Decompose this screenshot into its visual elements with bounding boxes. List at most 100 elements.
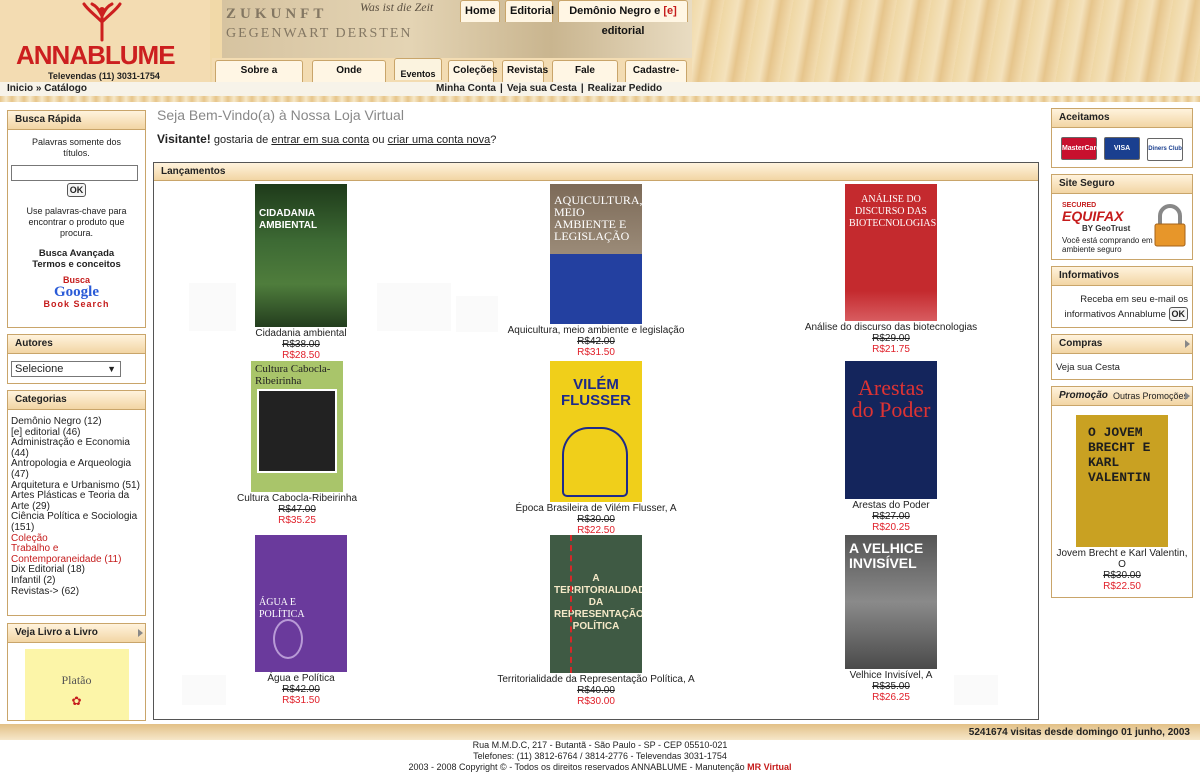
promo-old-price: R$30.00 [1103,570,1141,581]
book-viewer-label: Veja Livro a Livro [15,627,98,638]
book-cover[interactable]: A VELHICE INVISÍVEL [845,535,937,669]
promo-price: R$22.50 [1103,581,1141,592]
welcome-message: Visitante! gostaria de entrar em sua con… [157,132,496,146]
login-link[interactable]: entrar em sua conta [271,134,369,146]
product-name[interactable]: Cultura Cabocla-Ribeirinha [152,493,442,504]
promo-cover[interactable]: O JOVEM BRECHT E KARL VALENTIN [1076,415,1168,547]
account-links: Minha Conta | Veja sua Cesta | Realizar Pedi… [432,82,666,96]
logo[interactable]: ANNABLUME Televendas (11) 3031-1754 [0,0,210,82]
more-promos-link[interactable]: Outras Promoções [1113,387,1188,405]
category-item[interactable]: Revistas-> (62) [11,586,142,598]
newsletter-ok-button[interactable]: OK [1168,307,1188,321]
product-name[interactable]: Arestas do Poder [746,500,1036,511]
book-cover[interactable]: AQUICULTURA, MEIO AMBIENTE E LEGISLAÇÃO [550,184,642,324]
nav-onde-encontrar[interactable]: Onde Encontrar [312,60,386,82]
authors-select[interactable]: Selecione ▼ [11,361,121,377]
product-name[interactable]: Água e Política [156,673,446,684]
category-item[interactable]: Artes Plásticas e Teoria da Arte (29) [11,490,142,512]
nav-editorial[interactable]: Editorial [505,0,554,22]
product-card[interactable]: AQUICULTURA, MEIO AMBIENTE E LEGISLAÇÃO … [451,184,741,358]
category-item[interactable]: Ciência Política e Sociologia (151) [11,511,142,533]
promo-name[interactable]: Jovem Brecht e Karl Valentin, O [1052,548,1192,570]
search-ok-button[interactable]: OK [66,183,87,197]
promo-title-bar: Promoção Outras Promoções [1052,387,1192,406]
product-card[interactable]: A TERRITORIALIDADE DA REPRESENTAÇÃO POLÍ… [451,535,741,707]
link-realizar-pedido[interactable]: Realizar Pedido [584,83,666,94]
nav-eventos-label: Eventos [400,69,436,79]
google-book-search-logo[interactable]: Busca Google Book Search [8,270,145,309]
nav-colecoes[interactable]: Coleções [448,60,497,82]
link-minha-conta[interactable]: Minha Conta [432,83,500,94]
book-cover[interactable]: ÁGUA E POLÍTICA [255,535,347,672]
nav-cadastre-se[interactable]: Cadastre-se [625,60,687,82]
product-name[interactable]: Análise do discurso das biotecnologias [746,322,1036,333]
book-cover[interactable]: A TERRITORIALIDADE DA REPRESENTAÇÃO POLÍ… [550,535,642,673]
newsletter-title: Informativos [1052,267,1192,286]
product-old-price: R$29.00 [872,333,910,344]
book-cover[interactable]: Cultura Cabocla-Ribeirinha [251,361,343,492]
footer-info: Rua M.M.D.C, 217 - Butantã - São Paulo -… [0,740,1200,773]
nav-home[interactable]: Home [460,0,500,22]
geotrust-label: BY GeoTrust [1082,224,1131,233]
product-card[interactable]: VILÉM FLUSSER Época Brasileira de Vilém … [451,361,741,536]
book-cover[interactable]: VILÉM FLUSSER [550,361,642,502]
product-card[interactable]: Cultura Cabocla-Ribeirinha Cultura Caboc… [152,361,442,526]
product-old-price: R$30.00 [577,514,615,525]
book-cover-title: A TERRITORIALIDADE DA REPRESENTAÇÃO POLÍ… [554,573,642,632]
equifax-seal[interactable]: SECURED EQUIFAX BY GeoTrust Você está co… [1052,194,1192,260]
product-name[interactable]: Cidadania ambiental [156,328,446,339]
nav-demonio-pre: Demônio Negro e [569,5,664,17]
visitor-label: Visitante! [157,132,211,146]
nav-demonio-negro[interactable]: Demônio Negro e [e] editorial [558,0,688,37]
category-item[interactable]: Demônio Negro (12) [11,416,142,428]
maintainer-link[interactable]: MR Virtual [747,762,791,772]
book-cover-title: ÁGUA E POLÍTICA [259,597,305,620]
product-name[interactable]: Velhice Invisível, A [746,670,1036,681]
quick-search-box: Busca Rápida Palavras somente dos título… [7,110,146,328]
lock-icon [1154,204,1186,247]
terms-link[interactable]: Termos e conceitos [8,259,145,270]
category-item[interactable]: Antropologia e Arqueologia (47) [11,459,142,480]
category-subitem[interactable]: Trabalho e Contemporaneidade (11) [11,543,142,565]
nav-eventos[interactable]: Eventos [394,58,442,80]
category-item[interactable]: Infantil (2) [11,575,142,587]
book-cover[interactable]: CIDADANIA AMBIENTAL [255,184,347,327]
product-card[interactable]: Arestas do Poder Arestas do Poder R$27.0… [746,361,1036,533]
product-card[interactable]: CIDADANIA AMBIENTAL Cidadania ambiental … [156,184,446,361]
product-name[interactable]: Época Brasileira de Vilém Flusser, A [451,503,741,514]
header-texture [690,0,1200,82]
book-cover[interactable]: ANÁLISE DO DISCURSO DAS BIOTECNOLOGIAS [845,184,937,321]
search-input[interactable] [11,165,138,181]
nav-fale-conosco[interactable]: Fale Conosco [552,60,618,82]
quick-search-title: Busca Rápida [8,111,145,130]
nav-sobre-distribuicao[interactable]: Sobre a Distribuição [215,60,303,82]
secure-title: Site Seguro [1052,175,1192,194]
product-card[interactable]: A VELHICE INVISÍVEL Velhice Invisível, A… [746,535,1036,703]
view-cart-link[interactable]: Veja sua Cesta [1052,354,1192,373]
book-cover-title: VILÉM FLUSSER [560,376,631,409]
nav-revistas[interactable]: Revistas [502,60,548,82]
product-old-price: R$35.00 [872,681,910,692]
book-cover[interactable]: Arestas do Poder [845,361,937,499]
create-account-link[interactable]: criar uma conta nova [388,134,491,146]
cart-title-label: Compras [1059,338,1103,349]
product-name[interactable]: Territorialidade da Representação Políti… [451,674,741,685]
product-old-price: R$42.00 [282,684,320,695]
book-cover-title: AQUICULTURA, MEIO AMBIENTE E LEGISLAÇÃO [554,193,642,243]
cover-swirl [273,619,303,659]
book-viewer-cover[interactable]: Platão ✿ [24,649,129,720]
card-logos: MasterCard VISA Diners Club [1052,128,1192,161]
authors-box: Autores Selecione ▼ [7,334,146,384]
product-name[interactable]: Aquicultura, meio ambiente e legislação [451,325,741,336]
collage-text-2: GEGENWART DERSTEN [226,26,413,41]
product-card[interactable]: ÁGUA E POLÍTICA Água e Política R$42.00 … [156,535,446,706]
product-card[interactable]: ANÁLISE DO DISCURSO DAS BIOTECNOLOGIAS A… [746,184,1036,355]
advanced-search-link[interactable]: Busca Avançada [8,248,145,259]
link-veja-cesta[interactable]: Veja sua Cesta [503,83,581,94]
welcome-end: ? [490,134,497,146]
nav-demonio-mid: [e] [663,5,677,17]
brand-name: ANNABLUME [16,40,176,70]
breadcrumb[interactable]: Inicio » Catálogo [7,82,87,96]
logo-figure-icon [82,2,122,42]
category-item[interactable]: Administração e Economia (44) [11,437,142,459]
